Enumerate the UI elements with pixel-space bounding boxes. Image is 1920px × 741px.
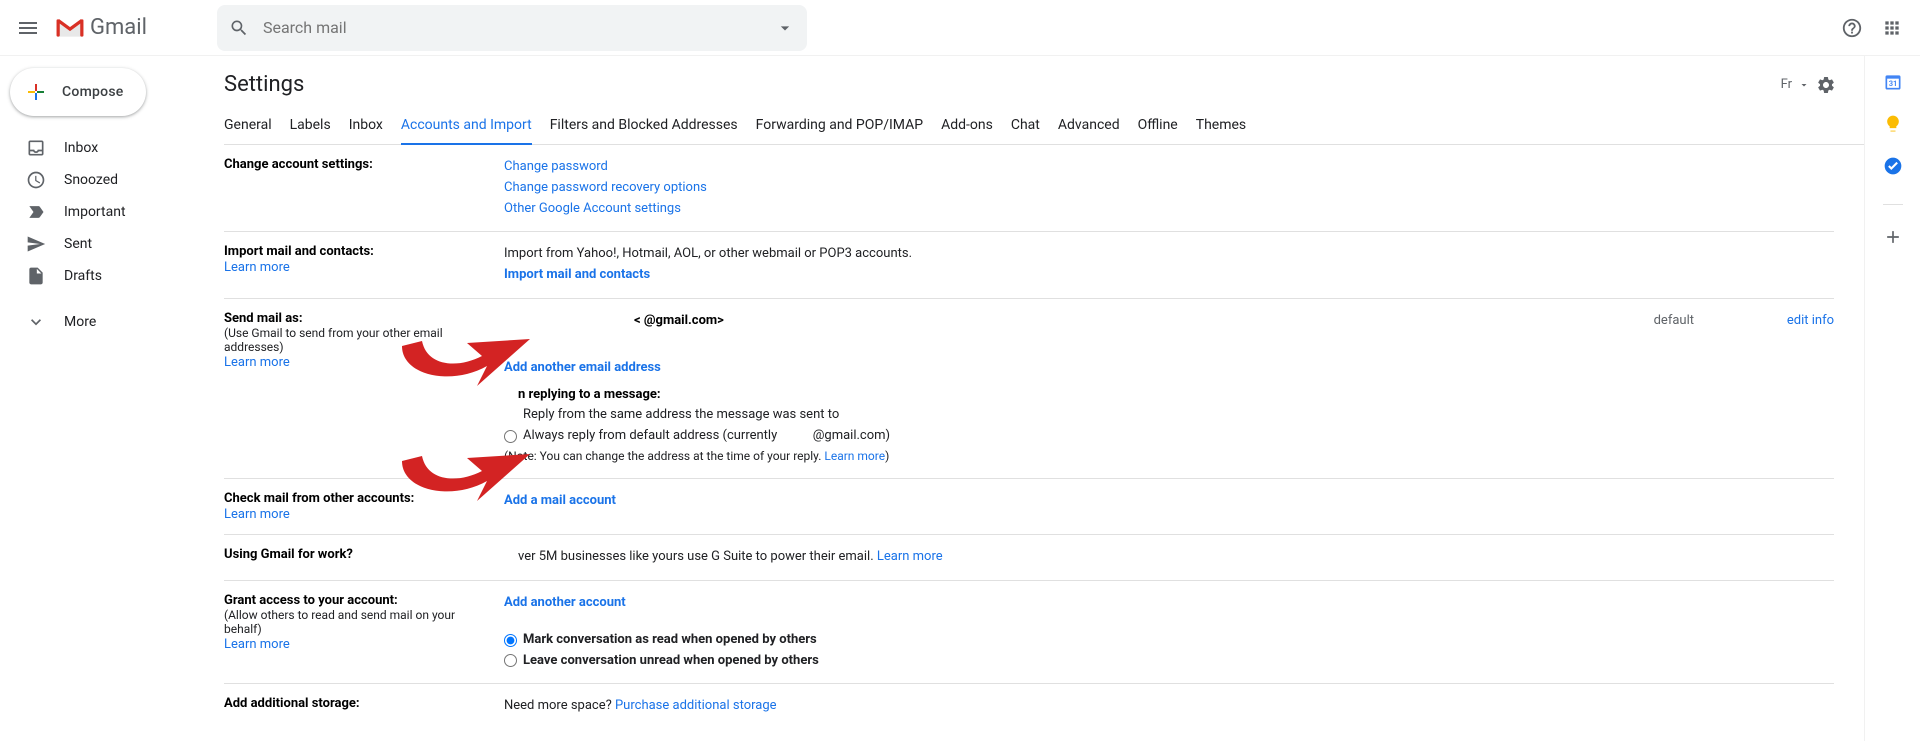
change-password-link[interactable]: Change password <box>504 159 608 174</box>
tab-filters[interactable]: Filters and Blocked Addresses <box>550 111 738 144</box>
work-learn-more-link[interactable]: Learn more <box>877 549 943 564</box>
right-side-panel: 31 <box>1864 56 1920 741</box>
grant-learn-more-link[interactable]: Learn more <box>224 637 290 652</box>
sidebar-item-more[interactable]: More <box>0 306 208 338</box>
tab-accounts-import[interactable]: Accounts and Import <box>401 111 532 145</box>
work-title: Using Gmail for work? <box>224 547 492 562</box>
sendas-reply-option-default[interactable]: Always reply from default address (curre… <box>504 426 1834 447</box>
tab-labels[interactable]: Labels <box>290 111 331 144</box>
snoozed-icon <box>26 170 46 190</box>
sendas-edit-info-link[interactable]: edit info <box>1787 313 1834 328</box>
tab-inbox[interactable]: Inbox <box>349 111 383 144</box>
section-grant-access: Grant access to your account: (Allow oth… <box>224 581 1834 684</box>
add-addon-icon[interactable] <box>1883 227 1903 247</box>
gmail-logo-text: Gmail <box>90 15 147 40</box>
change-recovery-link[interactable]: Change password recovery options <box>504 180 707 195</box>
sidebar-item-sent[interactable]: Sent <box>0 228 208 260</box>
section-change-account: Change account settings: Change password… <box>224 145 1834 232</box>
sidebar-item-inbox[interactable]: Inbox <box>0 132 208 164</box>
important-icon <box>26 202 46 222</box>
tab-chat[interactable]: Chat <box>1011 111 1040 144</box>
tab-themes[interactable]: Themes <box>1196 111 1246 144</box>
radio-reply-default[interactable] <box>504 430 517 443</box>
search-input[interactable] <box>263 18 767 37</box>
keep-icon[interactable] <box>1883 114 1903 134</box>
expand-more-icon <box>26 312 46 332</box>
tab-forwarding[interactable]: Forwarding and POP/IMAP <box>756 111 923 144</box>
left-sidebar: Compose Inbox Snoozed Important Sent Dra… <box>0 56 208 741</box>
section-check-mail: Check mail from other accounts: Learn mo… <box>224 479 1834 535</box>
section-import: Import mail and contacts: Learn more Imp… <box>224 232 1834 299</box>
tasks-icon[interactable] <box>1883 156 1903 176</box>
settings-tabs: General Labels Inbox Accounts and Import… <box>224 111 1864 145</box>
purchase-storage-link[interactable]: Purchase additional storage <box>615 698 777 713</box>
other-google-link[interactable]: Other Google Account settings <box>504 201 681 216</box>
search-bar[interactable] <box>217 5 807 51</box>
hamburger-menu-icon[interactable] <box>16 16 40 40</box>
tab-advanced[interactable]: Advanced <box>1058 111 1120 144</box>
radio-mark-read[interactable] <box>504 634 517 647</box>
import-title: Import mail and contacts: <box>224 244 492 259</box>
app-header: Gmail <box>0 0 1920 56</box>
sendas-learn-more-link[interactable]: Learn more <box>224 355 290 370</box>
section-send-mail-as: Send mail as: (Use Gmail to send from yo… <box>224 299 1834 479</box>
check-mail-learn-more-link[interactable]: Learn more <box>224 507 290 522</box>
storage-title: Add additional storage: <box>224 696 492 711</box>
calendar-icon[interactable]: 31 <box>1883 72 1903 92</box>
grant-subtitle: (Allow others to read and send mail on y… <box>224 608 492 636</box>
search-options-dropdown-icon[interactable] <box>775 18 795 38</box>
change-account-title: Change account settings: <box>224 157 492 172</box>
input-tools-label[interactable]: Fr <box>1781 77 1792 92</box>
input-tools-dropdown-icon[interactable] <box>1798 79 1810 91</box>
grant-option-mark-read[interactable]: Mark conversation as read when opened by… <box>504 630 1834 651</box>
compose-label: Compose <box>62 84 124 100</box>
sidebar-item-snoozed[interactable]: Snoozed <box>0 164 208 196</box>
import-description: Import from Yahoo!, Hotmail, AOL, or oth… <box>504 244 1834 265</box>
sendas-note: (Note: You can change the address at the… <box>504 447 1834 466</box>
storage-description: Need more space? <box>504 698 615 713</box>
compose-button[interactable]: Compose <box>10 68 146 116</box>
grant-title: Grant access to your account: <box>224 593 492 608</box>
section-storage: Add additional storage: Need more space?… <box>224 684 1834 729</box>
work-description: ver 5M businesses like yours use G Suite… <box>504 549 877 564</box>
add-mail-account-link[interactable]: Add a mail account <box>504 491 616 512</box>
add-another-email-link[interactable]: Add another email address <box>504 358 661 379</box>
sendas-subtitle: (Use Gmail to send from your other email… <box>224 326 492 354</box>
sendas-default-label: default <box>1604 311 1694 332</box>
support-icon[interactable] <box>1840 16 1864 40</box>
tab-general[interactable]: General <box>224 111 272 144</box>
sendas-reply-heading: n replying to a message: <box>504 385 1834 406</box>
radio-leave-unread[interactable] <box>504 654 517 667</box>
sent-icon <box>26 234 46 254</box>
settings-main: Settings Fr General Labels Inbox Account… <box>208 56 1864 741</box>
section-gmail-work: Using Gmail for work? ver 5M businesses … <box>224 535 1834 581</box>
tab-offline[interactable]: Offline <box>1138 111 1178 144</box>
import-mail-contacts-link[interactable]: Import mail and contacts <box>504 265 650 286</box>
page-title: Settings <box>224 72 1781 97</box>
header-right-tools <box>1840 16 1904 40</box>
settings-gear-icon[interactable] <box>1816 75 1836 95</box>
sidebar-item-important[interactable]: Important <box>0 196 208 228</box>
sendas-identity: < @gmail.com> <box>504 311 1604 332</box>
gmail-logo-icon <box>56 17 84 39</box>
search-icon <box>229 18 249 38</box>
sendas-note-learn-more-link[interactable]: Learn more <box>824 449 885 463</box>
svg-text:31: 31 <box>1888 79 1897 88</box>
check-mail-title: Check mail from other accounts: <box>224 491 492 506</box>
sidebar-item-drafts[interactable]: Drafts <box>0 260 208 292</box>
drafts-icon <box>26 266 46 286</box>
compose-plus-icon <box>24 80 48 104</box>
inbox-icon <box>26 138 46 158</box>
gmail-logo[interactable]: Gmail <box>56 15 147 40</box>
sendas-reply-option-same[interactable]: Reply from the same address the message … <box>504 405 1834 426</box>
add-another-account-link[interactable]: Add another account <box>504 593 626 614</box>
tab-addons[interactable]: Add-ons <box>941 111 993 144</box>
import-learn-more-link[interactable]: Learn more <box>224 260 290 275</box>
sendas-title: Send mail as: <box>224 311 492 326</box>
grant-option-leave-unread[interactable]: Leave conversation unread when opened by… <box>504 651 1834 672</box>
apps-grid-icon[interactable] <box>1880 16 1904 40</box>
